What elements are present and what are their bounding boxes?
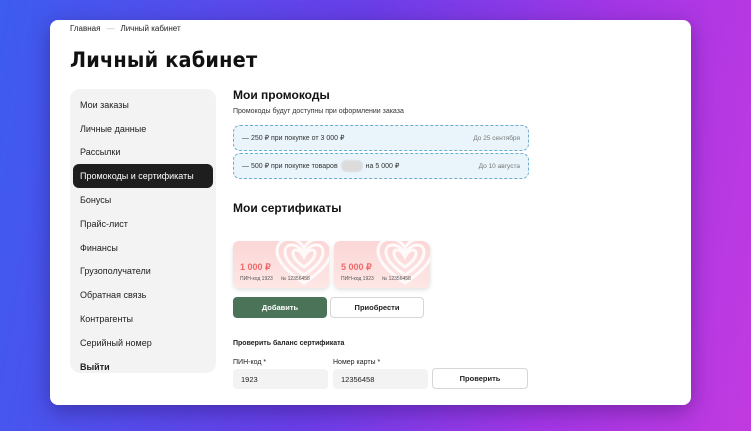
promocode-until: До 10 августа	[478, 162, 520, 170]
pin-field[interactable]: 1923	[233, 369, 328, 389]
check-balance-button[interactable]: Проверить	[432, 368, 528, 389]
pin-field-label: ПИН-код *	[233, 359, 267, 366]
add-certificate-button[interactable]: Добавить	[233, 297, 327, 318]
sidebar-item-finance[interactable]: Финансы	[73, 236, 213, 260]
sidebar-item-consignees[interactable]: Грузополучатели	[73, 260, 213, 284]
certificate-card[interactable]: 1 000 ₽ ПИН-код 1923 № 12356458	[233, 241, 329, 288]
buy-certificate-button[interactable]: Приобрести	[330, 297, 424, 318]
breadcrumb-current: Личный кабинет	[120, 24, 181, 33]
certificate-pin: ПИН-код 1923	[240, 276, 273, 282]
sidebar-item-promocodes[interactable]: Промокоды и сертификаты	[73, 164, 213, 189]
breadcrumb: Главная — Личный кабинет	[70, 24, 181, 33]
certificate-amount: 5 000 ₽	[341, 262, 372, 272]
account-window: Главная — Личный кабинет Личный кабинет …	[50, 20, 691, 405]
promocode-text: — 250 ₽ при покупке от 3 000 ₽	[242, 135, 345, 142]
card-number-field[interactable]: 12356458	[333, 369, 428, 389]
sidebar-item-mailings[interactable]: Рассылки	[73, 141, 213, 165]
main-content: Мои промокоды Промокоды будут доступны п…	[233, 88, 533, 389]
certificate-number: № 12356458	[280, 276, 310, 282]
sidebar-item-feedback[interactable]: Обратная связь	[73, 283, 213, 307]
sidebar-item-price-list[interactable]: Прайс-лист	[73, 212, 213, 236]
promocode-card[interactable]: — 250 ₽ при покупке от 3 000 ₽ До 25 сен…	[233, 125, 529, 151]
certificate-card[interactable]: 5 000 ₽ ПИН-код 1923 № 12356458	[334, 241, 430, 288]
sidebar: Мои заказы Личные данные Рассылки Промок…	[70, 89, 216, 373]
sidebar-item-orders[interactable]: Мои заказы	[73, 93, 213, 117]
sidebar-item-bonuses[interactable]: Бонусы	[73, 188, 213, 212]
breadcrumb-separator: —	[106, 24, 115, 33]
balance-check-title: Проверить баланс сертификата	[233, 340, 345, 347]
certificate-amount: 1 000 ₽	[240, 262, 271, 272]
blurred-text	[340, 160, 363, 172]
promocode-text: — 500 ₽ при покупке товаров	[242, 162, 338, 170]
sidebar-item-personal-data[interactable]: Личные данные	[73, 117, 213, 141]
sidebar-item-logout[interactable]: Выйти	[73, 355, 213, 379]
card-number-field-label: Номер карты *	[333, 359, 381, 366]
sidebar-item-serial-number[interactable]: Серийный номер	[73, 331, 213, 355]
promocode-text-suffix: на 5 000 ₽	[365, 162, 400, 170]
certificates-title: Мои сертификаты	[233, 201, 342, 215]
breadcrumb-home[interactable]: Главная	[70, 24, 100, 33]
page-title: Личный кабинет	[70, 48, 258, 72]
promocode-card[interactable]: — 500 ₽ при покупке товаров на 5 000 ₽ До…	[233, 153, 529, 179]
sidebar-item-contractors[interactable]: Контрагенты	[73, 307, 213, 331]
promocodes-subtitle: Промокоды будут доступны при оформлении …	[233, 108, 404, 115]
promocodes-title: Мои промокоды	[233, 88, 330, 102]
certificate-number: № 12356458	[381, 276, 411, 282]
certificate-pin: ПИН-код 1923	[341, 276, 374, 282]
promocode-until: До 25 сентября	[473, 134, 520, 142]
